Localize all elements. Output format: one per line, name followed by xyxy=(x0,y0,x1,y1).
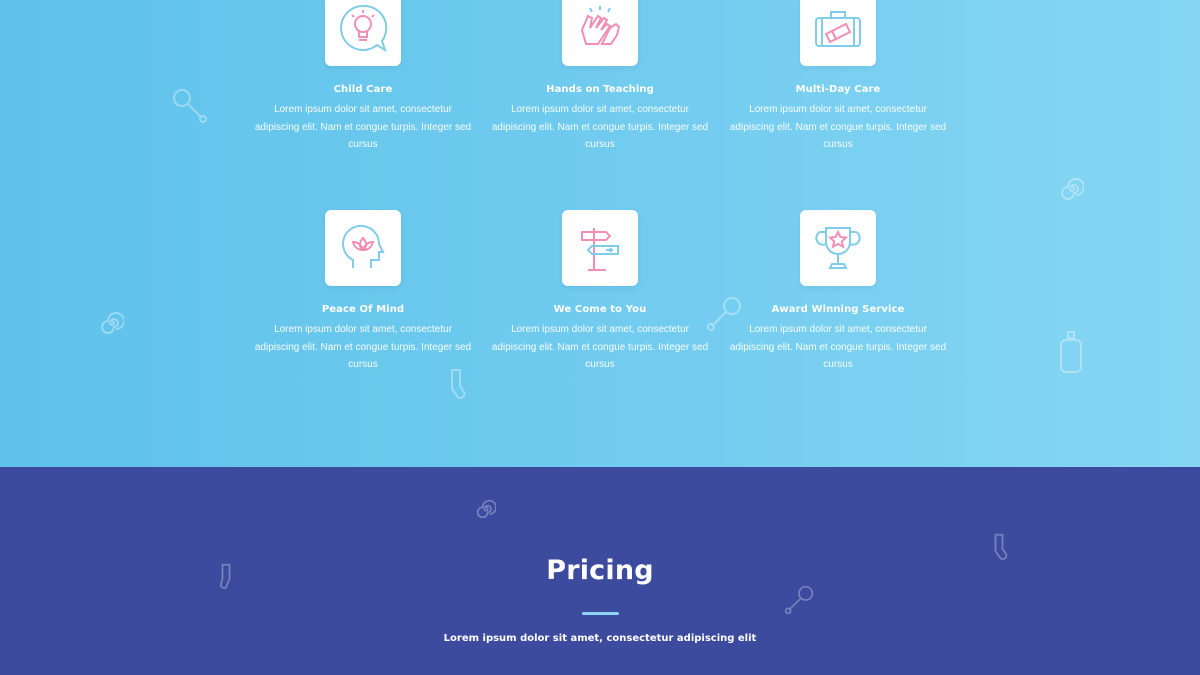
feature-child-care: Child Care Lorem ipsum dolor sit amet, c… xyxy=(253,0,473,154)
trophy-icon xyxy=(815,227,861,269)
spiral-icon xyxy=(476,499,496,519)
feature-description: Lorem ipsum dolor sit amet, consectetur … xyxy=(254,324,472,370)
hands-icon xyxy=(580,6,621,45)
suitcase-icon xyxy=(815,11,861,47)
feature-description: Lorem ipsum dolor sit amet, consectetur … xyxy=(491,324,709,370)
feature-description: Lorem ipsum dolor sit amet, consectetur … xyxy=(254,104,472,150)
feature-we-come-to-you: We Come to You Lorem ipsum dolor sit ame… xyxy=(490,210,710,374)
rattle-icon xyxy=(173,89,207,123)
signpost-icon xyxy=(581,228,619,271)
feature-title: Peace Of Mind xyxy=(321,304,405,315)
rattle-icon xyxy=(784,585,814,615)
feature-title: Multi-Day Care xyxy=(795,84,881,95)
spiral-icon xyxy=(101,312,124,334)
feature-multi-day-care: Multi-Day Care Lorem ipsum dolor sit ame… xyxy=(728,0,948,154)
feature-icon-box xyxy=(325,0,401,66)
feature-description: Lorem ipsum dolor sit amet, consectetur … xyxy=(729,104,947,150)
pricing-title: Pricing xyxy=(546,555,654,586)
feature-hands-on-teaching: Hands on Teaching Lorem ipsum dolor sit … xyxy=(490,0,710,154)
feature-icon-box xyxy=(562,0,638,66)
feature-peace-of-mind: Peace Of Mind Lorem ipsum dolor sit amet… xyxy=(253,210,473,374)
pricing-section: Pricing Lorem ipsum dolor sit amet, cons… xyxy=(0,467,1200,675)
feature-icon-box xyxy=(800,210,876,286)
pricing-subtitle: Lorem ipsum dolor sit amet, consectetur … xyxy=(443,633,757,644)
feature-description: Lorem ipsum dolor sit amet, consectetur … xyxy=(491,104,709,150)
baby-bottle-icon xyxy=(1060,331,1082,373)
features-section: Child Care Lorem ipsum dolor sit amet, c… xyxy=(0,0,1200,467)
feature-icon-box xyxy=(325,210,401,286)
feature-title: Award Winning Service xyxy=(771,304,905,315)
feature-award-winning-service: Award Winning Service Lorem ipsum dolor … xyxy=(728,210,948,374)
title-divider xyxy=(582,612,619,615)
feature-description: Lorem ipsum dolor sit amet, consectetur … xyxy=(729,324,947,370)
feature-title: Child Care xyxy=(333,84,393,95)
feature-icon-box xyxy=(800,0,876,66)
spiral-icon xyxy=(1061,178,1084,200)
feature-title: Hands on Teaching xyxy=(546,84,654,95)
feature-icon-box xyxy=(562,210,638,286)
lightbulb-chat-icon xyxy=(340,4,388,53)
lotus-head-icon xyxy=(342,224,385,268)
feature-title: We Come to You xyxy=(553,304,647,315)
